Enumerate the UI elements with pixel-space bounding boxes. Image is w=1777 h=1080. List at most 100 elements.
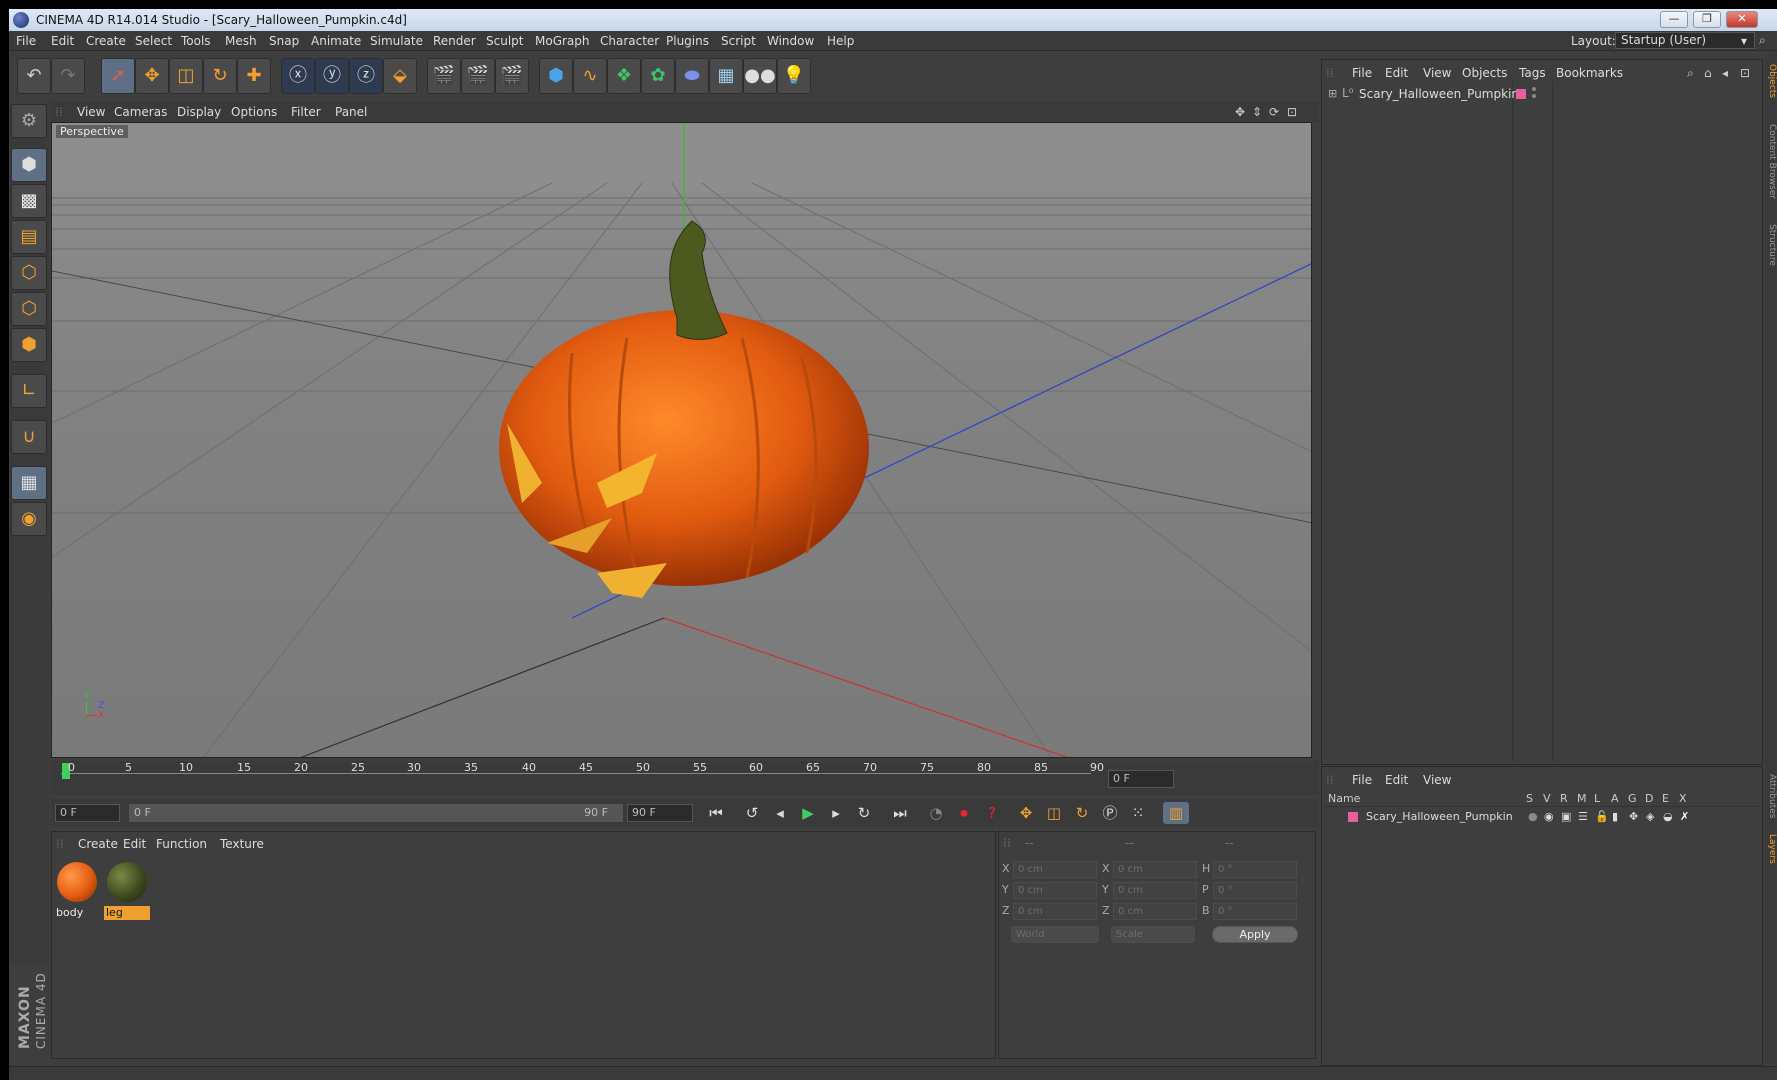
add-nurbs-button[interactable]: ❖ [607,58,641,94]
menu-create[interactable]: Create [86,34,126,48]
menu-sculpt[interactable]: Sculpt [486,34,523,48]
perspective-viewport[interactable]: Perspective Y Z X [51,122,1312,758]
solo-toggle-icon[interactable]: ● [1528,810,1538,823]
back-icon[interactable]: ◂ [1722,66,1728,80]
snap-button[interactable]: ∪ [11,420,47,454]
end-frame-field[interactable]: 90 F [627,804,693,822]
viewport-toggle-icon[interactable]: ⊡ [1287,105,1297,119]
undo-button[interactable]: ↶ [17,58,51,94]
tab-objects[interactable]: Objects [1765,64,1777,98]
menu-render[interactable]: Render [433,34,476,48]
manager-toggle-icon[interactable]: ☰ [1578,810,1588,823]
scale-tool-button[interactable]: ◫ [169,58,203,94]
layer-color-swatch[interactable] [1516,89,1526,99]
add-cube-button[interactable]: ⬢ [539,58,573,94]
layout-select[interactable]: Startup (User) ▾ [1615,32,1755,49]
make-editable-button[interactable]: ⚙ [11,104,47,138]
keyframe-selection-button[interactable]: ? [979,802,1005,824]
visibility-render-dot[interactable] [1532,94,1536,98]
recent-tool-button[interactable]: ✚ [237,58,271,94]
go-to-end-button[interactable]: ⏭ [887,802,913,824]
timeline-window-button[interactable]: ▥ [1163,802,1189,824]
material-menu-edit[interactable]: Edit [123,837,146,851]
tab-content-browser[interactable]: Content Browser [1765,124,1777,199]
viewport-move-icon[interactable]: ✥ [1235,105,1245,119]
close-button[interactable]: ✕ [1726,11,1758,28]
viewport-menu-panel[interactable]: Panel [335,105,367,119]
viewport-menu-view[interactable]: View [77,105,105,119]
y-axis-lock-button[interactable]: ⓨ [315,58,349,94]
animation-toggle-icon[interactable]: ▮ [1612,810,1618,823]
viewport-menu-options[interactable]: Options [231,105,277,119]
rot-p-field[interactable]: 0 ° [1213,882,1297,899]
menu-mograph[interactable]: MoGraph [535,34,590,48]
rot-b-field[interactable]: 0 ° [1213,903,1297,920]
minimize-button[interactable]: — [1660,11,1688,28]
layer-menu-file[interactable]: File [1352,773,1372,787]
workplane-mode-button[interactable]: ▤ [11,220,47,254]
layer-menu-edit[interactable]: Edit [1385,773,1408,787]
home-icon[interactable]: ⌂ [1704,66,1712,80]
object-menu-objects[interactable]: Objects [1462,66,1507,80]
lock-icon[interactable]: 🔓 [1595,810,1609,823]
menu-tools[interactable]: Tools [181,34,211,48]
xref-toggle-icon[interactable]: ✗ [1680,810,1689,823]
transform-mode-select[interactable]: Scale [1111,926,1195,943]
object-menu-bookmarks[interactable]: Bookmarks [1556,66,1623,80]
go-to-start-button[interactable]: ⏮ [703,802,729,824]
texture-mode-button[interactable]: ▩ [11,184,47,218]
pos-z-field[interactable]: 0 cm [1013,903,1097,920]
key-scale-button[interactable]: ◫ [1041,802,1067,824]
object-row[interactable]: ⊞ L⁰ Scary_Halloween_Pumpkin [1324,85,1760,103]
workplane-lock-button[interactable]: ▦ [11,466,47,500]
start-frame-field[interactable]: 0 F [55,804,120,822]
timeline-ruler[interactable]: 0 5 10 15 20 25 30 35 40 45 50 55 60 65 … [51,761,1319,795]
eye-icon[interactable]: ◉ [1544,810,1554,823]
object-menu-file[interactable]: File [1352,66,1372,80]
play-button[interactable]: ▶ [795,802,821,824]
menu-select[interactable]: Select [135,34,172,48]
menu-file[interactable]: File [16,34,36,48]
x-axis-lock-button[interactable]: ⓧ [281,58,315,94]
maximize-button[interactable]: ❐ [1693,11,1721,28]
add-array-button[interactable]: ✿ [641,58,675,94]
search-icon[interactable]: ⌕ [1759,33,1766,48]
points-mode-button[interactable]: ⬡ [11,256,47,290]
material-menu-create[interactable]: Create [78,837,118,851]
menu-character[interactable]: Character [600,34,659,48]
material-swatch-leg[interactable]: leg [104,860,150,922]
render-picture-viewer-button[interactable]: 🎬 [461,58,495,94]
soft-selection-button[interactable]: ◉ [11,502,47,536]
record-keys-button[interactable]: ◔ [923,802,949,824]
apply-button[interactable]: Apply [1212,926,1298,943]
rotate-tool-button[interactable]: ↻ [203,58,237,94]
key-position-button[interactable]: ✥ [1013,802,1039,824]
rot-h-field[interactable]: 0 ° [1213,861,1297,878]
viewport-zoom-icon[interactable]: ⇕ [1252,105,1262,119]
next-frame-button[interactable]: ▸ [823,802,849,824]
layer-row[interactable]: Scary_Halloween_Pumpkin ● ◉ ▣ ☰ 🔓 ▮ ✥ ◈ … [1324,809,1760,825]
layer-color-swatch[interactable] [1348,812,1358,822]
generator-toggle-icon[interactable]: ✥ [1629,810,1638,823]
visibility-editor-dot[interactable] [1532,87,1536,91]
menu-plugins[interactable]: Plugins [666,34,709,48]
size-y-field[interactable]: 0 cm [1113,882,1197,899]
add-camera-button[interactable]: ●● [743,58,777,94]
autokey-button[interactable]: ⏺ [951,802,977,824]
search-icon[interactable]: ⌕ [1687,66,1694,81]
tab-structure[interactable]: Structure [1765,224,1777,266]
material-menu-texture[interactable]: Texture [220,837,264,851]
pos-y-field[interactable]: 0 cm [1013,882,1097,899]
menu-snap[interactable]: Snap [269,34,299,48]
tab-attributes[interactable]: Attributes [1765,774,1777,818]
size-z-field[interactable]: 0 cm [1113,903,1197,920]
object-menu-edit[interactable]: Edit [1385,66,1408,80]
render-toggle-icon[interactable]: ▣ [1561,810,1571,823]
tab-layers[interactable]: Layers [1765,834,1777,864]
menu-edit[interactable]: Edit [51,34,74,48]
menu-script[interactable]: Script [721,34,756,48]
menu-animate[interactable]: Animate [311,34,361,48]
viewport-menu-display[interactable]: Display [177,105,221,119]
add-light-button[interactable]: 💡 [777,58,811,94]
viewport-rotate-icon[interactable]: ⟳ [1269,105,1279,119]
